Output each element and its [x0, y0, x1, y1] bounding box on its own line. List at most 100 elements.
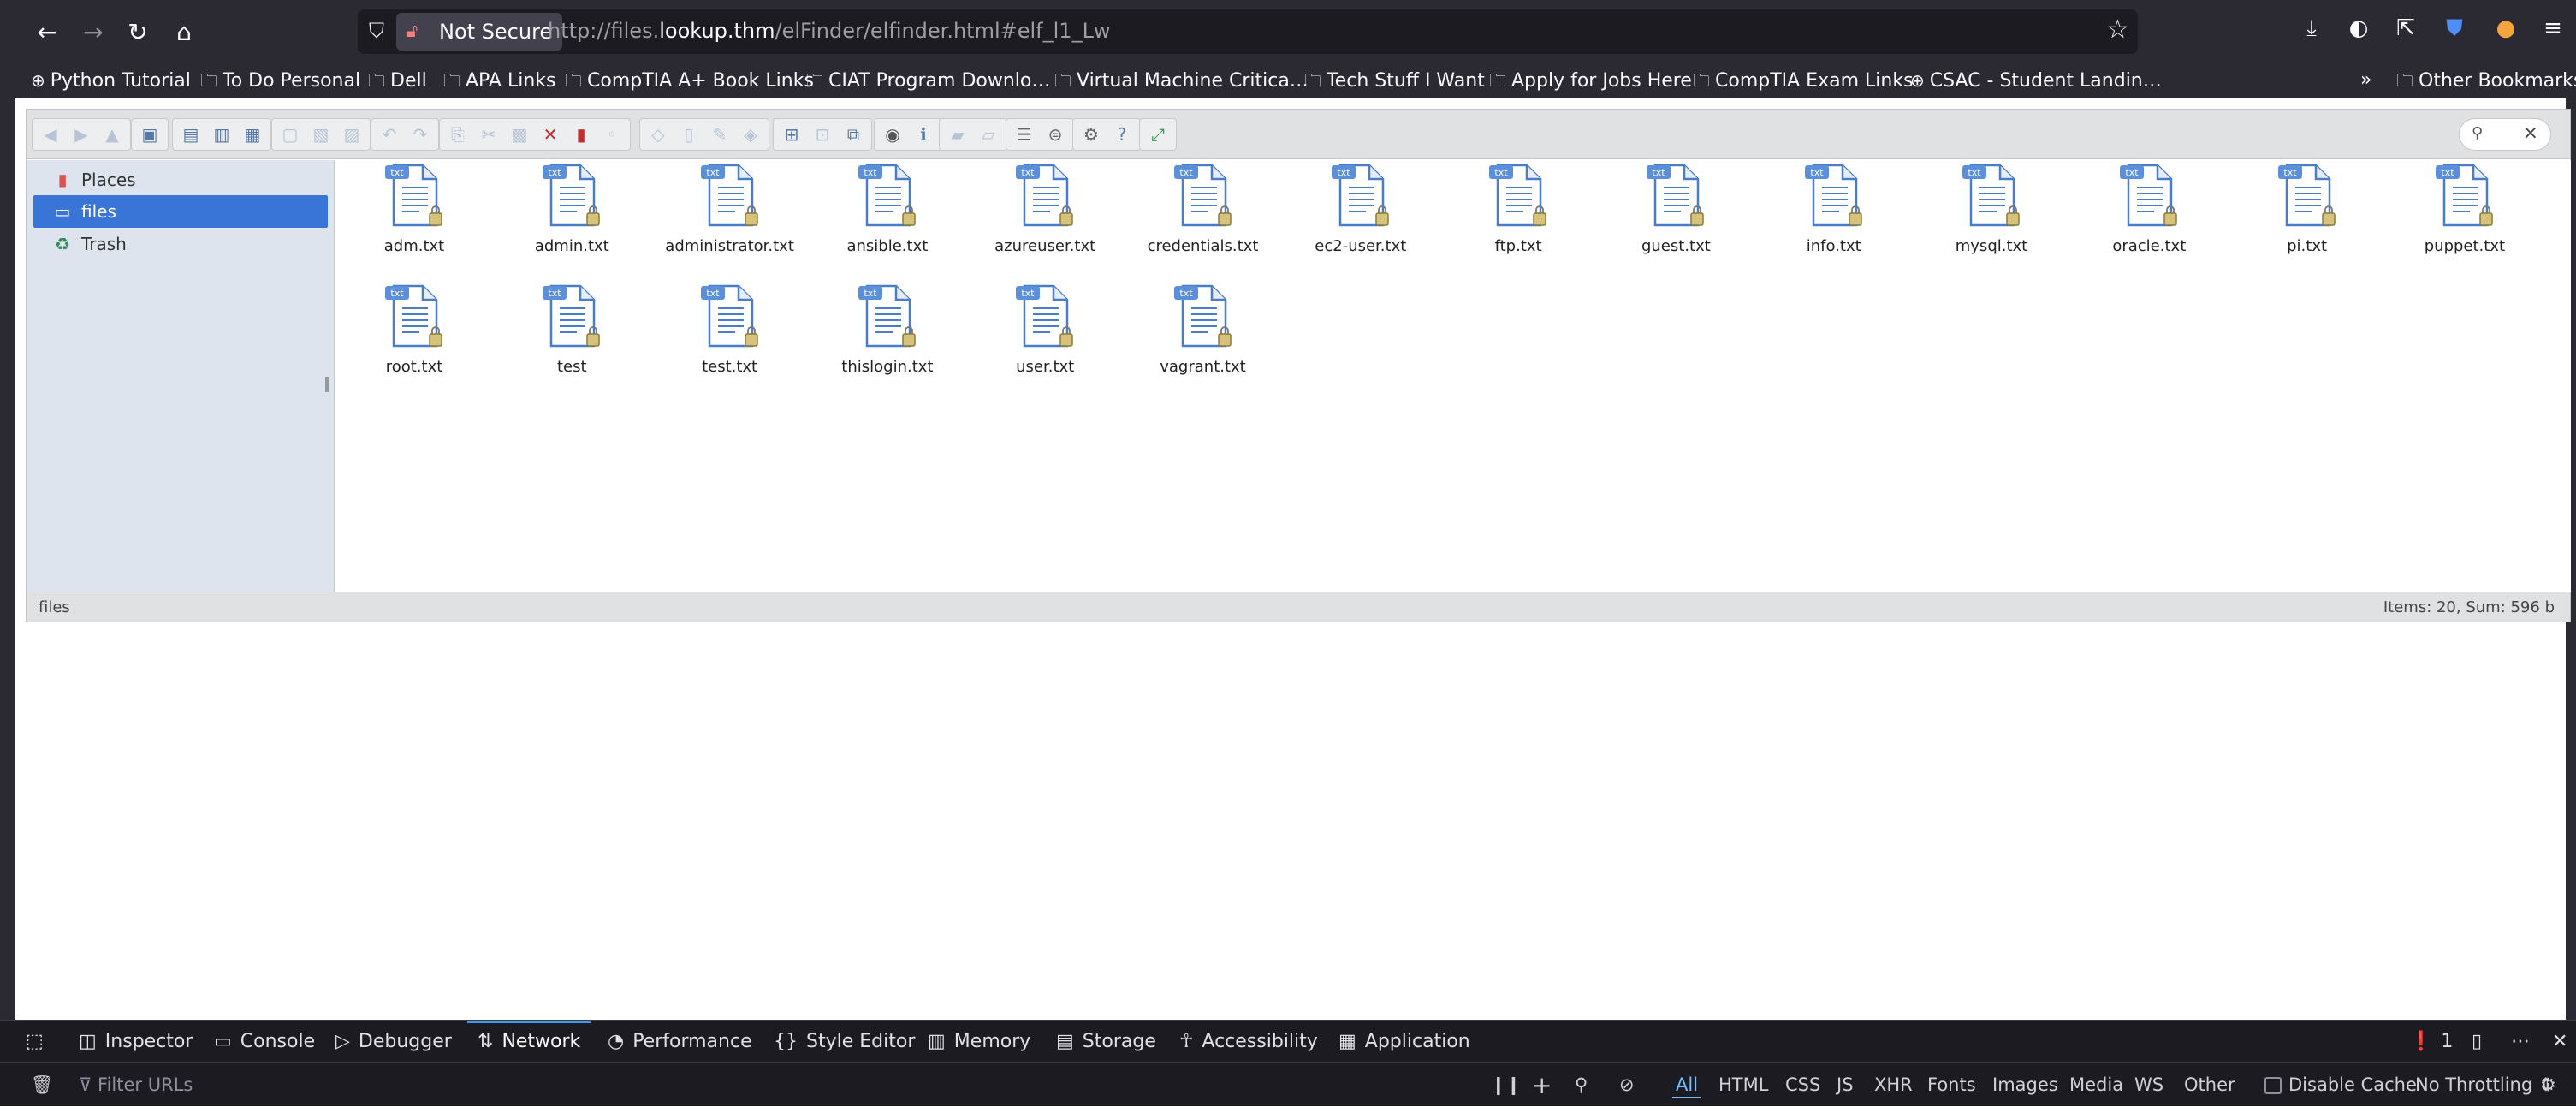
- new-folder-icon[interactable]: ▤: [176, 120, 205, 149]
- filter-fonts[interactable]: Fonts: [1927, 1063, 1976, 1107]
- error-counter[interactable]: ❗ 1: [2409, 1021, 2453, 1063]
- extension-icon[interactable]: ◐: [2343, 15, 2374, 46]
- bookmark-item[interactable]: 🗀︎ CompTIA Exam Links: [1693, 66, 1914, 95]
- reload-button[interactable]: ↻: [120, 14, 156, 50]
- filter-other[interactable]: Other: [2184, 1063, 2235, 1107]
- up-icon[interactable]: ▲: [98, 120, 127, 149]
- url-text[interactable]: http://files.lookup.thm/elFinder/elfinde…: [548, 19, 1111, 43]
- rename-icon[interactable]: ▯: [674, 120, 703, 149]
- file-item[interactable]: txt azureuser.txt: [968, 160, 1122, 266]
- filter-ws[interactable]: WS: [2134, 1063, 2163, 1107]
- extract-icon[interactable]: ▱: [974, 120, 1003, 149]
- new-file-icon[interactable]: ▥: [207, 120, 236, 149]
- app-menu-icon[interactable]: ≡: [2537, 15, 2568, 46]
- paste-icon[interactable]: ▩: [505, 120, 534, 149]
- block-icon[interactable]: ⊘: [1619, 1063, 1635, 1107]
- dock-icon[interactable]: ▯: [2472, 1021, 2482, 1063]
- help-icon[interactable]: ?: [1107, 120, 1137, 149]
- search-icon[interactable]: ⚲: [1575, 1063, 1588, 1107]
- settings-gear-icon[interactable]: ⚙: [2540, 1063, 2556, 1107]
- file-item[interactable]: txt root.txt: [337, 281, 491, 387]
- bookmark-item[interactable]: 🗀︎ Tech Stuff I Want: [1304, 66, 1485, 95]
- file-item[interactable]: txt thislogin.txt: [810, 281, 965, 387]
- more-options-icon[interactable]: ⋯: [2511, 1021, 2530, 1063]
- forward-icon[interactable]: ▶: [67, 120, 96, 149]
- bookmark-item[interactable]: 🗀︎ APA Links: [443, 66, 555, 95]
- filter-media[interactable]: Media: [2069, 1063, 2123, 1107]
- downloads-icon[interactable]: ⤓: [2296, 15, 2327, 46]
- file-item[interactable]: txt puppet.txt: [2388, 160, 2542, 266]
- filter-html[interactable]: HTML: [1718, 1063, 1768, 1107]
- bookmark-item[interactable]: 🗀︎ CIAT Program Downlo…: [806, 66, 1050, 95]
- security-indicator[interactable]: Not Secure: [396, 13, 563, 51]
- file-item[interactable]: txt mysql.txt: [1914, 160, 2069, 266]
- filter-urls-input[interactable]: ⊽ Filter URLs: [79, 1063, 193, 1107]
- bookmark-item[interactable]: ⊕ Python Tutorial: [31, 66, 191, 95]
- preferences-icon[interactable]: ⚙: [1077, 120, 1106, 149]
- tab-application[interactable]: ▦ Application: [1338, 1021, 1470, 1063]
- file-item[interactable]: txt admin.txt: [495, 160, 649, 266]
- file-item[interactable]: txt info.txt: [1757, 160, 1911, 266]
- tab-performance[interactable]: ◔ Performance: [608, 1021, 752, 1063]
- tab-accessibility[interactable]: ☥ Accessibility: [1179, 1021, 1318, 1063]
- edit-icon[interactable]: ✎: [705, 120, 734, 149]
- filter-xhr[interactable]: XHR: [1874, 1063, 1913, 1107]
- back-button[interactable]: ←: [29, 14, 65, 50]
- clear-search-icon[interactable]: ×: [2523, 122, 2538, 144]
- bitwarden-icon[interactable]: ⛊: [2439, 15, 2470, 46]
- file-item[interactable]: txt test.txt: [653, 281, 807, 387]
- tab-debugger[interactable]: ▷ Debugger: [335, 1021, 452, 1063]
- quicklook-icon[interactable]: ◉: [878, 120, 907, 149]
- open-icon[interactable]: ▢: [276, 120, 305, 149]
- upload-icon[interactable]: ▦: [238, 120, 267, 149]
- file-item[interactable]: txt credentials.txt: [1126, 160, 1280, 266]
- file-item[interactable]: txt adm.txt: [337, 160, 491, 266]
- filter-js[interactable]: JS: [1837, 1063, 1854, 1107]
- clear-log-icon[interactable]: 🗑︎: [31, 1063, 54, 1107]
- tab-console[interactable]: ▭ Console: [214, 1021, 315, 1063]
- select-all-icon[interactable]: ⊞: [777, 120, 806, 149]
- undo-icon[interactable]: ↶: [375, 120, 404, 149]
- select-none-icon[interactable]: ⊡: [808, 120, 837, 149]
- tab-network[interactable]: ⇅ Network: [466, 1021, 591, 1063]
- close-devtools-icon[interactable]: ✕: [2552, 1021, 2567, 1063]
- file-item[interactable]: txt pi.txt: [2230, 160, 2384, 266]
- filter-css[interactable]: CSS: [1785, 1063, 1820, 1107]
- fullscreen-icon[interactable]: ⤢: [1143, 120, 1172, 149]
- throttling-select[interactable]: No Throttling ⇕: [2415, 1063, 2553, 1107]
- redo-icon[interactable]: ↷: [406, 120, 435, 149]
- download-icon[interactable]: ▧: [306, 120, 335, 149]
- filter-images[interactable]: Images: [1992, 1063, 2058, 1107]
- resize-icon[interactable]: ◈: [736, 120, 765, 149]
- bookmark-item[interactable]: ⊕ CSAC - Student Landin…: [1910, 66, 2162, 95]
- forward-button[interactable]: →: [75, 14, 111, 50]
- filter-all[interactable]: All: [1671, 1063, 1702, 1107]
- other-bookmarks[interactable]: 🗀︎ Other Bookmarks: [2396, 66, 2576, 95]
- file-item[interactable]: txt user.txt: [968, 281, 1122, 387]
- share-icon[interactable]: ⇱: [2390, 15, 2421, 46]
- bookmarks-overflow-icon[interactable]: »: [2360, 66, 2371, 95]
- file-item[interactable]: txt test: [495, 281, 649, 387]
- bookmark-star-icon[interactable]: ☆: [2106, 15, 2129, 45]
- file-item[interactable]: txt ansible.txt: [810, 160, 965, 266]
- cut-icon[interactable]: ✂: [474, 120, 503, 149]
- nav-item-trash[interactable]: ♻ Trash: [32, 228, 323, 260]
- add-icon[interactable]: +: [1532, 1063, 1552, 1107]
- bookmark-item[interactable]: 🗀︎ Dell: [368, 66, 427, 95]
- nav-item-files[interactable]: ▭ files: [33, 195, 328, 228]
- info-icon[interactable]: ℹ: [909, 120, 938, 149]
- disable-cache-checkbox[interactable]: Disable Cache: [2264, 1063, 2417, 1107]
- file-item[interactable]: txt administrator.txt: [653, 160, 807, 266]
- copy-icon[interactable]: ⎘: [443, 120, 472, 149]
- bookmark-item[interactable]: 🗀︎ Virtual Machine Critica…: [1054, 66, 1309, 95]
- file-item[interactable]: txt vagrant.txt: [1126, 281, 1280, 387]
- bookmark-item[interactable]: 🗀︎ CompTIA A+ Book Links: [565, 66, 814, 95]
- file-item[interactable]: txt ftp.txt: [1441, 160, 1595, 266]
- pause-icon[interactable]: ❙❙: [1491, 1063, 1521, 1107]
- view-list-icon[interactable]: ☰: [1010, 120, 1039, 149]
- nav-item-places[interactable]: ▮ Places: [32, 164, 323, 196]
- back-icon[interactable]: ◀: [36, 120, 65, 149]
- tab-memory[interactable]: ▥ Memory: [928, 1021, 1030, 1063]
- tab-inspector[interactable]: ◫ Inspector: [79, 1021, 193, 1063]
- sort-icon[interactable]: ⊜: [1041, 120, 1070, 149]
